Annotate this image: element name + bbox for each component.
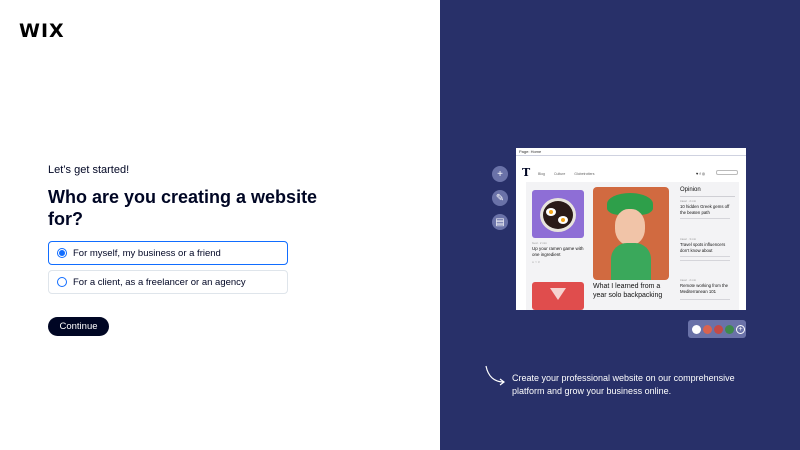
opinion-item-title: Travel spots influencers don’t know abou… bbox=[680, 242, 726, 253]
scarf-shape bbox=[611, 243, 651, 280]
drink-image bbox=[532, 282, 584, 310]
kicker-text: Let’s get started! bbox=[48, 164, 130, 176]
preview-page-bar: Page: Home bbox=[516, 148, 746, 156]
opinion-meta: travel · 3 min bbox=[680, 237, 697, 241]
website-preview: Page: Home T Blog Culture Globetrotters … bbox=[516, 148, 746, 310]
color-swatch-red[interactable] bbox=[714, 324, 723, 334]
divider bbox=[680, 299, 730, 300]
brush-icon[interactable]: ✎ bbox=[492, 190, 508, 206]
opinion-meta: travel · 2 min bbox=[680, 199, 697, 203]
bowl-shape bbox=[540, 198, 576, 232]
preview-social-icons: ♥ f ◎ bbox=[696, 171, 706, 176]
opinion-meta: travel · 2 min bbox=[680, 278, 697, 282]
radio-unchecked-icon[interactable] bbox=[57, 277, 67, 287]
divider bbox=[680, 196, 735, 197]
color-swatch-green[interactable] bbox=[725, 324, 734, 334]
radio-checked-icon[interactable] bbox=[57, 248, 67, 258]
page-title: Who are you creating a website for? bbox=[48, 187, 318, 229]
color-palette[interactable]: + bbox=[688, 320, 746, 338]
page-icon[interactable]: ▤ bbox=[492, 214, 508, 230]
preview-body: food · 2 min Up your ramen game with one… bbox=[526, 182, 739, 310]
egg-shape bbox=[558, 216, 568, 224]
ramen-image bbox=[532, 190, 584, 238]
option-label: For myself, my business or a friend bbox=[73, 247, 221, 259]
add-color-icon[interactable]: + bbox=[736, 324, 745, 334]
card-meta: food · 2 min bbox=[532, 241, 547, 245]
preview-logo: T bbox=[522, 166, 531, 179]
continue-button[interactable]: Continue bbox=[48, 317, 109, 336]
preview-search-box bbox=[716, 170, 738, 175]
card-stats: ∞ ♡ 3 bbox=[532, 260, 540, 264]
feature-title: What I learned from a year solo backpack… bbox=[593, 283, 663, 299]
egg-shape bbox=[546, 208, 556, 216]
left-panel: WIX Let’s get started! Who are you creat… bbox=[0, 0, 440, 450]
option-client[interactable]: For a client, as a freelancer or an agen… bbox=[48, 270, 288, 294]
opinion-header: Opinion bbox=[680, 187, 701, 193]
option-myself[interactable]: For myself, my business or a friend bbox=[48, 241, 288, 265]
caption-text: Create your professional website on our … bbox=[512, 373, 735, 396]
card-title: Up your ramen game with one ingredient bbox=[532, 246, 584, 257]
opinion-item-title: Remote working from the Mediterranean 10… bbox=[680, 283, 729, 294]
preview-nav: T Blog Culture Globetrotters ♥ f ◎ bbox=[516, 166, 746, 180]
plus-icon[interactable]: + bbox=[492, 166, 508, 182]
divider bbox=[680, 260, 730, 261]
wix-logo[interactable]: WIX bbox=[19, 20, 65, 42]
woman-image bbox=[593, 187, 669, 280]
option-label: For a client, as a freelancer or an agen… bbox=[73, 276, 246, 288]
color-swatch-white[interactable] bbox=[692, 324, 701, 334]
right-panel: + ✎ ▤ Page: Home T Blog Culture Globetro… bbox=[440, 0, 800, 450]
color-swatch-coral[interactable] bbox=[703, 324, 712, 334]
divider bbox=[680, 218, 730, 219]
glass-shape bbox=[550, 288, 566, 300]
face-shape bbox=[615, 209, 645, 245]
preview-nav-links: Blog Culture Globetrotters bbox=[538, 172, 595, 176]
opinion-item-title: 10 hidden Greek gems off the beaten path bbox=[680, 204, 730, 215]
curved-arrow-icon bbox=[485, 365, 505, 386]
divider bbox=[680, 256, 730, 257]
